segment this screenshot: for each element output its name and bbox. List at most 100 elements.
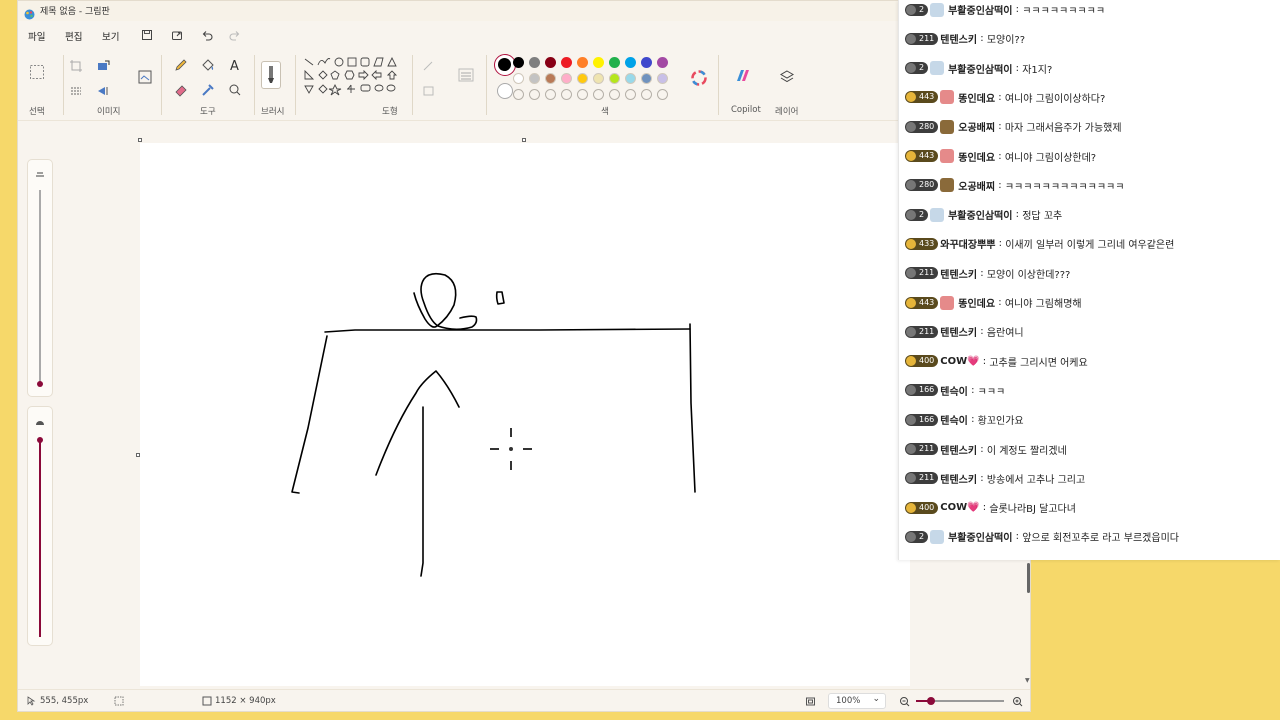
custom-color-slot[interactable]	[577, 89, 588, 100]
image-options-icon[interactable]	[137, 69, 153, 85]
palette-swatch[interactable]	[609, 57, 620, 68]
palette-swatch[interactable]	[625, 57, 636, 68]
chat-nickname[interactable]: 텐텐스키	[940, 328, 977, 339]
chat-nickname[interactable]: COW💗	[940, 356, 979, 367]
cursor-icon	[26, 696, 36, 709]
custom-color-slot[interactable]	[561, 89, 572, 100]
eraser-icon[interactable]	[173, 82, 189, 98]
custom-color-slot[interactable]	[593, 89, 604, 100]
chat-message: 2 부활중인삼떡이 : 앞으로 회전꼬추로 라고 부르겠읍미다	[905, 529, 1179, 545]
palette-swatch[interactable]	[561, 73, 572, 84]
chat-nickname[interactable]: 텐텐스키	[940, 35, 977, 46]
palette-swatch[interactable]	[657, 57, 668, 68]
palette-swatch[interactable]	[593, 57, 604, 68]
palette-swatch[interactable]	[545, 57, 556, 68]
chat-nickname[interactable]: 텐슥이	[940, 387, 968, 398]
undo-icon[interactable]	[200, 28, 214, 42]
save-icon[interactable]	[140, 28, 154, 42]
zoom-select[interactable]: 100% ⌄	[828, 693, 886, 709]
menu-file[interactable]: 파일	[28, 29, 45, 43]
chat-separator: :	[995, 297, 1005, 308]
custom-color-slot[interactable]	[641, 89, 652, 100]
palette-swatch[interactable]	[545, 73, 556, 84]
magnifier-icon[interactable]	[227, 82, 243, 98]
layers-icon[interactable]	[779, 69, 795, 85]
chat-nickname[interactable]: 똥인데요	[958, 299, 995, 310]
palette-swatch[interactable]	[513, 73, 524, 84]
chat-nickname[interactable]: 오공배찌	[958, 182, 995, 193]
redo-icon[interactable]	[228, 28, 242, 42]
chat-nickname[interactable]: 부활중인삼떡이	[948, 65, 1012, 76]
shape-outline-icon[interactable]	[421, 58, 437, 74]
palette-swatch[interactable]	[657, 73, 668, 84]
palette-swatch[interactable]	[529, 57, 540, 68]
custom-color-slot[interactable]	[513, 89, 524, 100]
menu-edit[interactable]: 편집	[65, 29, 82, 43]
pencil-icon[interactable]	[173, 57, 189, 73]
drawing-canvas[interactable]	[140, 143, 910, 686]
canvas-handle[interactable]	[138, 138, 142, 142]
custom-color-slot[interactable]	[545, 89, 556, 100]
palette-swatch[interactable]	[641, 73, 652, 84]
scroll-down-icon[interactable]: ▼	[1025, 677, 1030, 684]
flip-icon[interactable]	[96, 83, 112, 99]
secondary-color-swatch[interactable]	[497, 83, 513, 99]
crop-icon[interactable]	[68, 58, 84, 74]
custom-color-slot[interactable]	[609, 89, 620, 100]
chat-nickname[interactable]: 부활중인삼떡이	[948, 533, 1012, 544]
chat-nickname[interactable]: 텐텐스키	[940, 446, 977, 457]
palette-swatch[interactable]	[641, 57, 652, 68]
fill-bucket-icon[interactable]	[200, 57, 216, 73]
chat-nickname[interactable]: 똥인데요	[958, 153, 995, 164]
chat-separator: :	[995, 150, 1005, 162]
menu-view[interactable]: 보기	[102, 29, 119, 43]
custom-color-slot[interactable]	[657, 89, 668, 100]
select-all-icon[interactable]	[68, 83, 84, 99]
size-icon[interactable]	[458, 67, 474, 83]
copilot-icon[interactable]	[734, 67, 752, 85]
svg-text:A: A	[230, 59, 239, 73]
zoom-slider[interactable]	[916, 697, 1004, 705]
canvas-area	[136, 138, 910, 686]
edit-colors-icon[interactable]	[691, 70, 707, 86]
chat-nickname[interactable]: 텐슥이	[940, 416, 968, 427]
chat-message: 443 똥인데요 : 여니야 그림이이상하다?	[905, 90, 1105, 106]
canvas-handle[interactable]	[522, 138, 526, 142]
share-icon[interactable]	[170, 28, 184, 42]
chat-nickname[interactable]: 부활중인삼떡이	[948, 211, 1012, 222]
cursor-position: 555, 455px	[40, 696, 89, 706]
separator	[412, 55, 413, 115]
palette-swatch[interactable]	[593, 73, 604, 84]
level-badge: 166	[905, 413, 939, 426]
custom-color-slot[interactable]	[529, 89, 540, 100]
chat-nickname[interactable]: COW💗	[940, 502, 979, 513]
palette-swatch[interactable]	[513, 57, 524, 68]
shape-fill-icon[interactable]	[421, 83, 437, 99]
palette-swatch[interactable]	[577, 57, 588, 68]
zoom-in-icon[interactable]	[1012, 696, 1023, 710]
chat-nickname[interactable]: 텐텐스키	[940, 475, 977, 486]
palette-swatch[interactable]	[625, 73, 636, 84]
select-tool-icon[interactable]	[29, 64, 45, 80]
palette-swatch[interactable]	[561, 57, 572, 68]
palette-swatch[interactable]	[529, 73, 540, 84]
palette-swatch[interactable]	[609, 73, 620, 84]
chat-nickname[interactable]: 똥인데요	[958, 94, 995, 105]
custom-color-slot[interactable]	[625, 89, 636, 100]
brush-size-panel	[27, 159, 53, 646]
vertical-scrollbar[interactable]: ▼	[1024, 563, 1030, 687]
shapes-gallery-icon[interactable]	[303, 55, 407, 105]
brush-icon[interactable]	[261, 61, 281, 89]
zoom-out-icon[interactable]	[899, 696, 910, 710]
text-tool-icon[interactable]: A	[227, 57, 243, 73]
fit-window-icon[interactable]	[805, 696, 816, 710]
level-badge: 2	[905, 62, 929, 75]
palette-swatch[interactable]	[577, 73, 588, 84]
color-picker-icon[interactable]	[200, 82, 216, 98]
chat-nickname[interactable]: 부활중인삼떡이	[948, 6, 1012, 17]
chat-nickname[interactable]: 와꾸대장뿌뿌	[940, 240, 995, 251]
resize-icon[interactable]	[96, 58, 112, 74]
separator	[718, 55, 719, 115]
chat-nickname[interactable]: 텐텐스키	[940, 270, 977, 281]
chat-nickname[interactable]: 오공배찌	[958, 123, 995, 134]
